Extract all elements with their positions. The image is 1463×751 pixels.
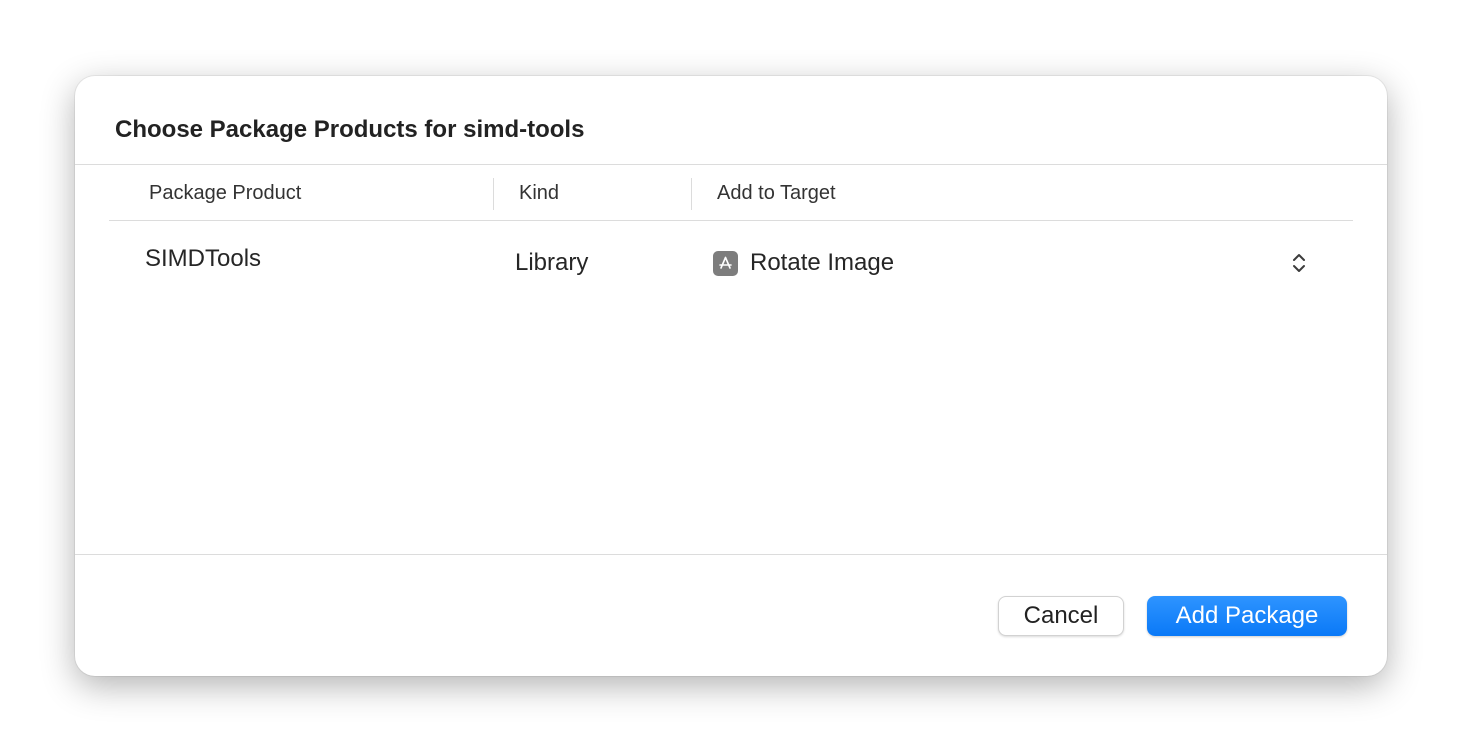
add-package-button[interactable]: Add Package — [1147, 596, 1347, 636]
column-separator — [493, 178, 494, 210]
title-divider — [75, 164, 1387, 165]
target-label: Rotate Image — [750, 249, 895, 276]
product-name-cell: SIMDTools — [145, 245, 262, 272]
target-popup-button[interactable]: Rotate Image — [713, 246, 1313, 280]
footer-divider — [75, 554, 1387, 555]
column-separator — [691, 178, 692, 210]
kind-cell: Library — [515, 249, 589, 276]
dialog-title: Choose Package Products for simd-tools — [115, 116, 585, 143]
column-header-kind[interactable]: Kind — [519, 182, 559, 205]
choose-package-products-dialog: Choose Package Products for simd-tools P… — [75, 76, 1387, 676]
cancel-button[interactable]: Cancel — [998, 596, 1124, 636]
app-store-icon — [713, 250, 738, 276]
column-header-add-to-target[interactable]: Add to Target — [717, 182, 836, 205]
column-header-package-product[interactable]: Package Product — [149, 182, 301, 205]
chevron-up-down-icon[interactable] — [1291, 250, 1307, 276]
header-divider — [109, 220, 1353, 221]
